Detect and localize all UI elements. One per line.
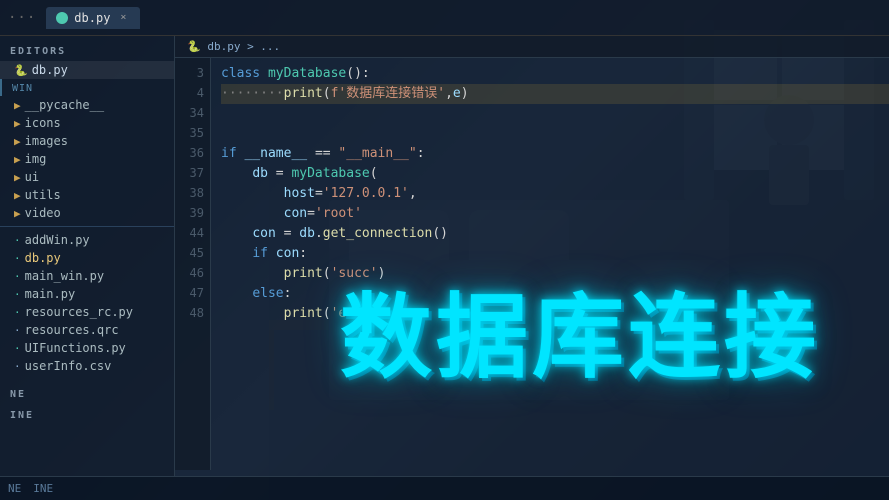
sidebar-folder-img[interactable]: ▶ img xyxy=(0,150,174,168)
folder-icon: ▶ xyxy=(14,189,21,202)
py-icon: · xyxy=(14,306,21,319)
line-num-38: 38 xyxy=(175,184,210,204)
folder-icon: ▶ xyxy=(14,207,21,220)
app-container: ··· db.py × EDITORS 🐍 db.py WIN ▶ __pyca… xyxy=(0,0,889,500)
code-line-47: else: xyxy=(221,284,889,304)
code-content: class myDatabase(): ········print(f'数据库连… xyxy=(211,58,889,470)
sidebar-folder-ui[interactable]: ▶ ui xyxy=(0,168,174,186)
sidebar-file-userinfo[interactable]: · userInfo.csv xyxy=(0,357,174,375)
folder-label: images xyxy=(25,134,68,148)
line-num-34: 34 xyxy=(175,104,210,124)
title-bar: ··· db.py × xyxy=(0,0,889,36)
file-label: userInfo.csv xyxy=(25,359,112,373)
line-num-39: 39 xyxy=(175,204,210,224)
code-editor[interactable]: 3 4 34 35 36 37 38 39 44 45 46 47 48 cla… xyxy=(175,58,889,470)
file-icon: · xyxy=(14,324,21,337)
line-num-48: 48 xyxy=(175,304,210,324)
tab-label: db.py xyxy=(74,11,110,25)
code-line-38: host='127.0.0.1', xyxy=(221,184,889,204)
sidebar-file-label: db.py xyxy=(32,63,68,77)
bottom-label-ine: INE xyxy=(0,404,174,425)
code-line-36: if __name__ == "__main__": xyxy=(221,144,889,164)
folder-icon: ▶ xyxy=(14,135,21,148)
code-line-46: print('succ') xyxy=(221,264,889,284)
code-line-45: if con: xyxy=(221,244,889,264)
folder-icon: ▶ xyxy=(14,117,21,130)
file-label: addWin.py xyxy=(25,233,90,247)
folder-icon: ▶ xyxy=(14,99,21,112)
main-area: EDITORS 🐍 db.py WIN ▶ __pycache__ ▶ icon… xyxy=(0,36,889,476)
folder-label: __pycache__ xyxy=(25,98,104,112)
py-icon: · xyxy=(14,234,21,247)
line-num-46: 46 xyxy=(175,264,210,284)
sidebar: EDITORS 🐍 db.py WIN ▶ __pycache__ ▶ icon… xyxy=(0,36,175,476)
folder-label: icons xyxy=(25,116,61,130)
py-icon: · xyxy=(14,270,21,283)
folder-icon: ▶ xyxy=(14,171,21,184)
editor-area: 🐍 db.py > ... 3 4 34 35 36 37 38 39 44 4… xyxy=(175,36,889,476)
line-num-47: 47 xyxy=(175,284,210,304)
breadcrumb: 🐍 db.py > ... xyxy=(175,36,889,58)
bottom-label-ne: NE xyxy=(0,383,174,404)
file-label: resources.qrc xyxy=(25,323,119,337)
status-ine: INE xyxy=(33,482,53,495)
py-icon: · xyxy=(14,342,21,355)
window-dots: ··· xyxy=(8,10,36,26)
folder-label: utils xyxy=(25,188,61,202)
code-line-39: con='root' xyxy=(221,204,889,224)
file-label: main.py xyxy=(25,287,76,301)
code-line-4: ········print(f'数据库连接错误',e) xyxy=(221,84,889,104)
code-line-48: print('error') xyxy=(221,304,889,324)
code-line-3: class myDatabase(): xyxy=(221,64,889,84)
win-label: WIN xyxy=(0,79,174,96)
line-num-36: 36 xyxy=(175,144,210,164)
python-icon: 🐍 xyxy=(14,64,28,77)
folder-icon: ▶ xyxy=(14,153,21,166)
line-numbers: 3 4 34 35 36 37 38 39 44 45 46 47 48 xyxy=(175,58,211,470)
py-icon: · xyxy=(14,252,21,265)
code-line-37: db = myDatabase( xyxy=(221,164,889,184)
py-icon: · xyxy=(14,288,21,301)
sidebar-divider xyxy=(0,226,174,227)
code-line-34 xyxy=(221,104,889,124)
file-label: resources_rc.py xyxy=(25,305,133,319)
sidebar-file-mainpy[interactable]: · main.py xyxy=(0,285,174,303)
sidebar-folder-video[interactable]: ▶ video xyxy=(0,204,174,222)
sidebar-folder-icons[interactable]: ▶ icons xyxy=(0,114,174,132)
sidebar-file-addwinpy[interactable]: · addWin.py xyxy=(0,231,174,249)
breadcrumb-icon: 🐍 xyxy=(187,40,201,53)
code-line-44: con = db.get_connection() xyxy=(221,224,889,244)
line-num-44: 44 xyxy=(175,224,210,244)
folder-label: video xyxy=(25,206,61,220)
csv-icon: · xyxy=(14,360,21,373)
line-num-45: 45 xyxy=(175,244,210,264)
status-ne: NE xyxy=(8,482,21,495)
file-label: db.py xyxy=(25,251,61,265)
line-num-35: 35 xyxy=(175,124,210,144)
sidebar-file-uifunctionspy[interactable]: · UIFunctions.py xyxy=(0,339,174,357)
folder-label: ui xyxy=(25,170,39,184)
status-bar: NE INE xyxy=(0,476,889,500)
code-line-35 xyxy=(221,124,889,144)
sidebar-item-dbpy[interactable]: 🐍 db.py xyxy=(0,61,174,79)
folder-label: img xyxy=(25,152,47,166)
line-num-37: 37 xyxy=(175,164,210,184)
sidebar-file-dbpy2[interactable]: · db.py xyxy=(0,249,174,267)
file-label: main_win.py xyxy=(25,269,104,283)
breadcrumb-path: db.py > ... xyxy=(207,40,280,53)
python-file-icon xyxy=(56,12,68,24)
sidebar-file-resourcesrcpy[interactable]: · resources_rc.py xyxy=(0,303,174,321)
line-num-4: 4 xyxy=(175,84,210,104)
editors-section-title: EDITORS xyxy=(0,40,174,61)
tab-close-button[interactable]: × xyxy=(116,11,130,25)
file-label: UIFunctions.py xyxy=(25,341,126,355)
active-tab[interactable]: db.py × xyxy=(46,7,140,29)
sidebar-folder-pycache[interactable]: ▶ __pycache__ xyxy=(0,96,174,114)
sidebar-folder-utils[interactable]: ▶ utils xyxy=(0,186,174,204)
sidebar-file-mainwinpy[interactable]: · main_win.py xyxy=(0,267,174,285)
sidebar-folder-images[interactable]: ▶ images xyxy=(0,132,174,150)
sidebar-file-resourcesqrc[interactable]: · resources.qrc xyxy=(0,321,174,339)
line-num-3: 3 xyxy=(175,64,210,84)
